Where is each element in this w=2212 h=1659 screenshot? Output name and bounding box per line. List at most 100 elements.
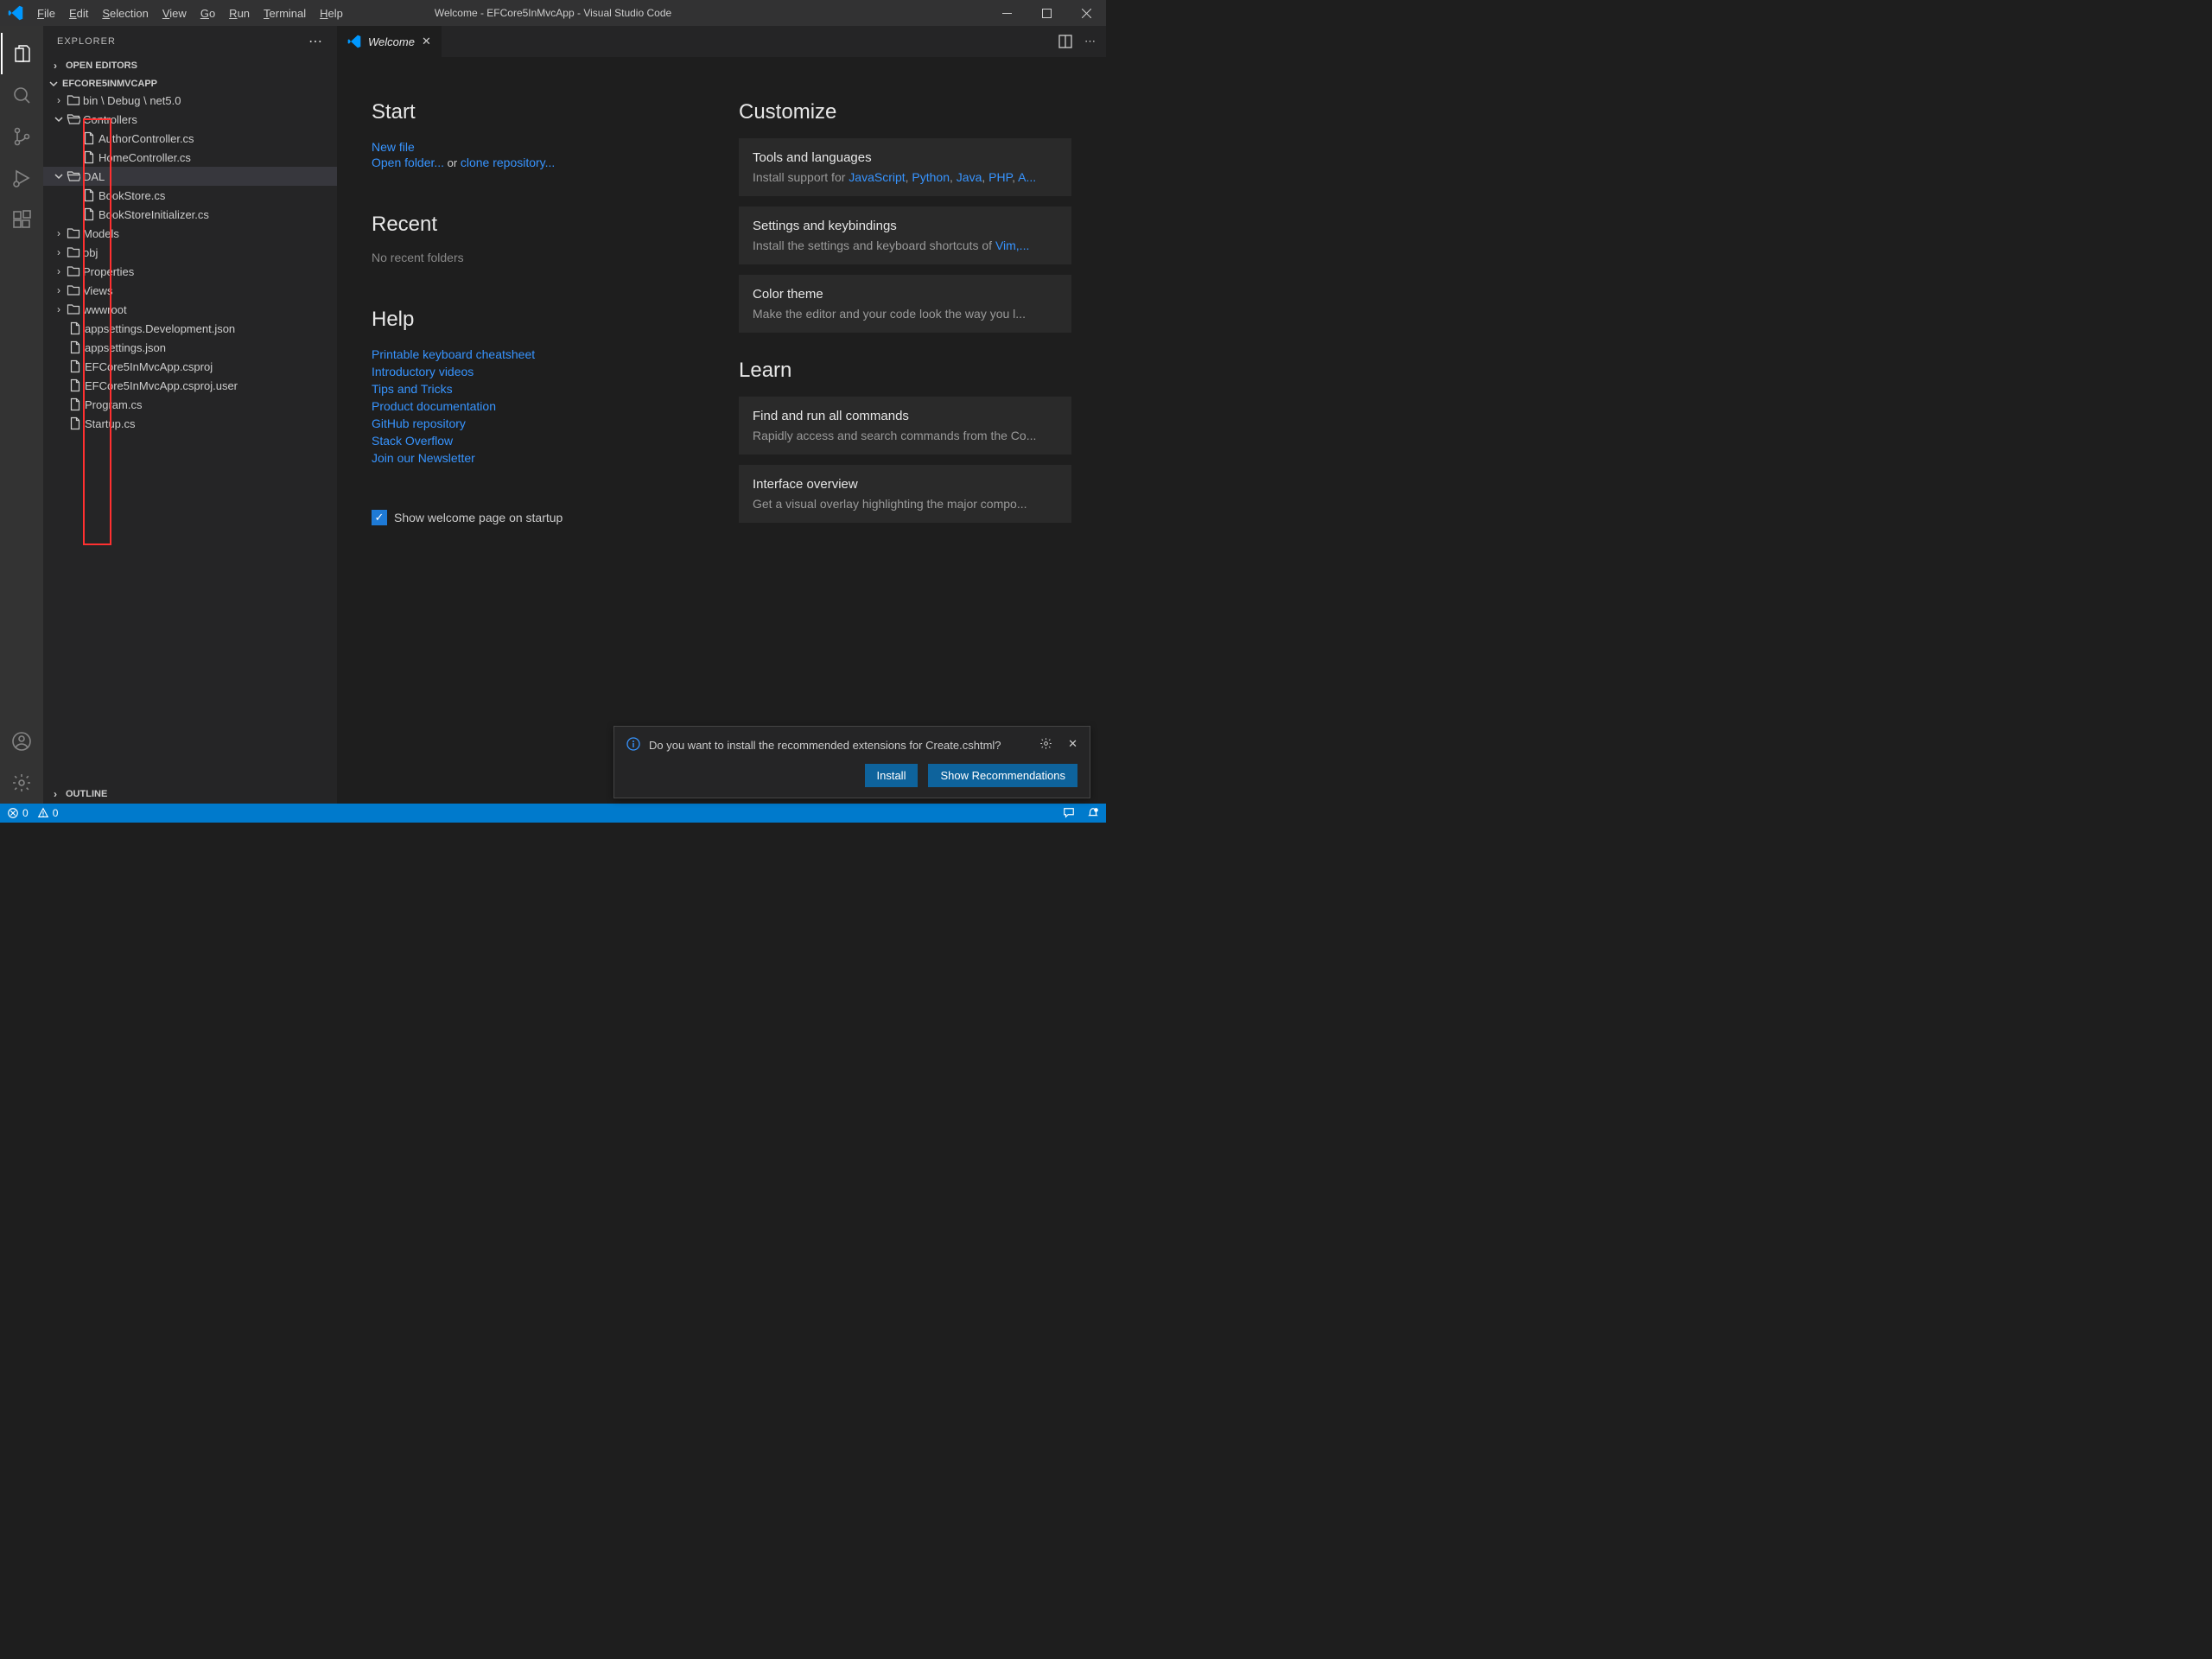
open-folder-link[interactable]: Open folder...	[372, 154, 444, 171]
chevron-icon: ›	[52, 227, 66, 239]
folder-item[interactable]: ›Views	[43, 281, 337, 300]
learn-card[interactable]: Interface overviewGet a visual overlay h…	[739, 465, 1071, 523]
folder-icon	[66, 245, 81, 259]
file-item[interactable]: HomeController.cs	[43, 148, 337, 167]
show-recommendations-button[interactable]: Show Recommendations	[928, 764, 1077, 787]
menu-file[interactable]: File	[30, 7, 62, 20]
status-warnings[interactable]: 0	[37, 807, 59, 819]
folder-item[interactable]: ›bin \ Debug \ net5.0	[43, 91, 337, 110]
recent-heading: Recent	[372, 213, 704, 237]
file-icon	[81, 188, 97, 202]
folder-item[interactable]: ›obj	[43, 243, 337, 262]
activity-debug-icon[interactable]	[1, 157, 42, 199]
activity-account-icon[interactable]	[1, 721, 42, 762]
help-link[interactable]: Stack Overflow	[372, 432, 704, 449]
editor-tabs: Welcome ✕ ⋯	[337, 26, 1106, 57]
minimize-button[interactable]	[987, 0, 1027, 26]
folder-item[interactable]: Controllers	[43, 110, 337, 129]
file-item[interactable]: appsettings.Development.json	[43, 319, 337, 338]
explorer-title: EXPLORER	[57, 36, 116, 47]
file-icon	[67, 321, 83, 335]
file-item[interactable]: appsettings.json	[43, 338, 337, 357]
bell-icon[interactable]	[1087, 807, 1099, 819]
learn-card[interactable]: Find and run all commandsRapidly access …	[739, 397, 1071, 454]
chevron-icon: ›	[52, 265, 66, 277]
file-icon	[81, 207, 97, 221]
file-icon	[67, 378, 83, 392]
clone-repo-link[interactable]: clone repository...	[461, 154, 555, 171]
new-file-link[interactable]: New file	[372, 138, 704, 156]
file-item[interactable]: EFCore5InMvcApp.csproj	[43, 357, 337, 376]
menu-help[interactable]: Help	[313, 7, 350, 20]
file-icon	[67, 416, 83, 430]
file-item[interactable]: BookStoreInitializer.cs	[43, 205, 337, 224]
notification-close-icon[interactable]: ✕	[1068, 737, 1077, 751]
help-link[interactable]: Introductory videos	[372, 363, 704, 380]
project-section[interactable]: EFCORE5INMVCAPP	[43, 77, 337, 91]
status-bar: 0 0	[0, 804, 1106, 823]
menu-go[interactable]: Go	[194, 7, 222, 20]
menu-terminal[interactable]: Terminal	[257, 7, 313, 20]
open-editors-section[interactable]: ›OPEN EDITORS	[43, 58, 337, 73]
menu-bar: File Edit Selection View Go Run Terminal…	[30, 7, 350, 20]
file-icon	[81, 150, 97, 164]
status-errors[interactable]: 0	[7, 807, 29, 819]
customize-card[interactable]: Settings and keybindingsInstall the sett…	[739, 207, 1071, 264]
split-editor-icon[interactable]	[1058, 35, 1072, 48]
customize-card[interactable]: Tools and languagesInstall support for J…	[739, 138, 1071, 196]
activity-settings-icon[interactable]	[1, 762, 42, 804]
file-icon	[81, 131, 97, 145]
explorer-sidebar: EXPLORER ⋯ ›OPEN EDITORS EFCORE5INMVCAPP…	[43, 26, 337, 804]
notification-message: Do you want to install the recommended e…	[649, 737, 1031, 754]
menu-edit[interactable]: Edit	[62, 7, 95, 20]
tab-welcome[interactable]: Welcome ✕	[337, 26, 442, 57]
help-link[interactable]: Product documentation	[372, 397, 704, 415]
help-link[interactable]: Tips and Tricks	[372, 380, 704, 397]
install-button[interactable]: Install	[865, 764, 918, 787]
maximize-button[interactable]	[1027, 0, 1066, 26]
folder-icon	[66, 169, 81, 183]
file-item[interactable]: AuthorController.cs	[43, 129, 337, 148]
feedback-icon[interactable]	[1063, 807, 1075, 819]
folder-icon	[66, 226, 81, 240]
notification-gear-icon[interactable]	[1039, 737, 1052, 750]
editor-more-icon[interactable]: ⋯	[1084, 35, 1096, 48]
activity-search-icon[interactable]	[1, 74, 42, 116]
file-item[interactable]: Program.cs	[43, 395, 337, 414]
close-button[interactable]	[1066, 0, 1106, 26]
checkbox-checked-icon: ✓	[372, 510, 387, 525]
folder-item[interactable]: ›Models	[43, 224, 337, 243]
folder-item[interactable]: DAL	[43, 167, 337, 186]
vscode-tab-icon	[347, 35, 361, 48]
info-icon	[626, 737, 640, 751]
window-title: Welcome - EFCore5InMvcApp - Visual Studi…	[435, 7, 671, 19]
activity-explorer-icon[interactable]	[1, 33, 42, 74]
folder-icon	[66, 93, 81, 107]
show-welcome-checkbox[interactable]: ✓ Show welcome page on startup	[372, 510, 704, 525]
editor-area: Welcome ✕ ⋯ Start New file Open folder..…	[337, 26, 1106, 804]
chevron-icon: ›	[52, 94, 66, 106]
outline-section[interactable]: ›OUTLINE	[43, 786, 337, 802]
help-link[interactable]: GitHub repository	[372, 415, 704, 432]
customize-card[interactable]: Color themeMake the editor and your code…	[739, 275, 1071, 333]
menu-view[interactable]: View	[156, 7, 194, 20]
folder-icon	[66, 302, 81, 316]
file-icon	[67, 340, 83, 354]
folder-item[interactable]: ›Properties	[43, 262, 337, 281]
file-item[interactable]: BookStore.cs	[43, 186, 337, 205]
file-item[interactable]: Startup.cs	[43, 414, 337, 433]
chevron-icon: ›	[52, 284, 66, 296]
activity-scm-icon[interactable]	[1, 116, 42, 157]
help-link[interactable]: Join our Newsletter	[372, 449, 704, 467]
recent-none: No recent folders	[372, 251, 704, 264]
file-item[interactable]: EFCore5InMvcApp.csproj.user	[43, 376, 337, 395]
menu-run[interactable]: Run	[222, 7, 257, 20]
chevron-icon: ›	[52, 303, 66, 315]
help-link[interactable]: Printable keyboard cheatsheet	[372, 346, 704, 363]
menu-selection[interactable]: Selection	[95, 7, 155, 20]
help-heading: Help	[372, 308, 704, 332]
activity-extensions-icon[interactable]	[1, 199, 42, 240]
tab-close-icon[interactable]: ✕	[422, 35, 431, 48]
explorer-more-icon[interactable]: ⋯	[308, 33, 323, 50]
folder-item[interactable]: ›wwwroot	[43, 300, 337, 319]
